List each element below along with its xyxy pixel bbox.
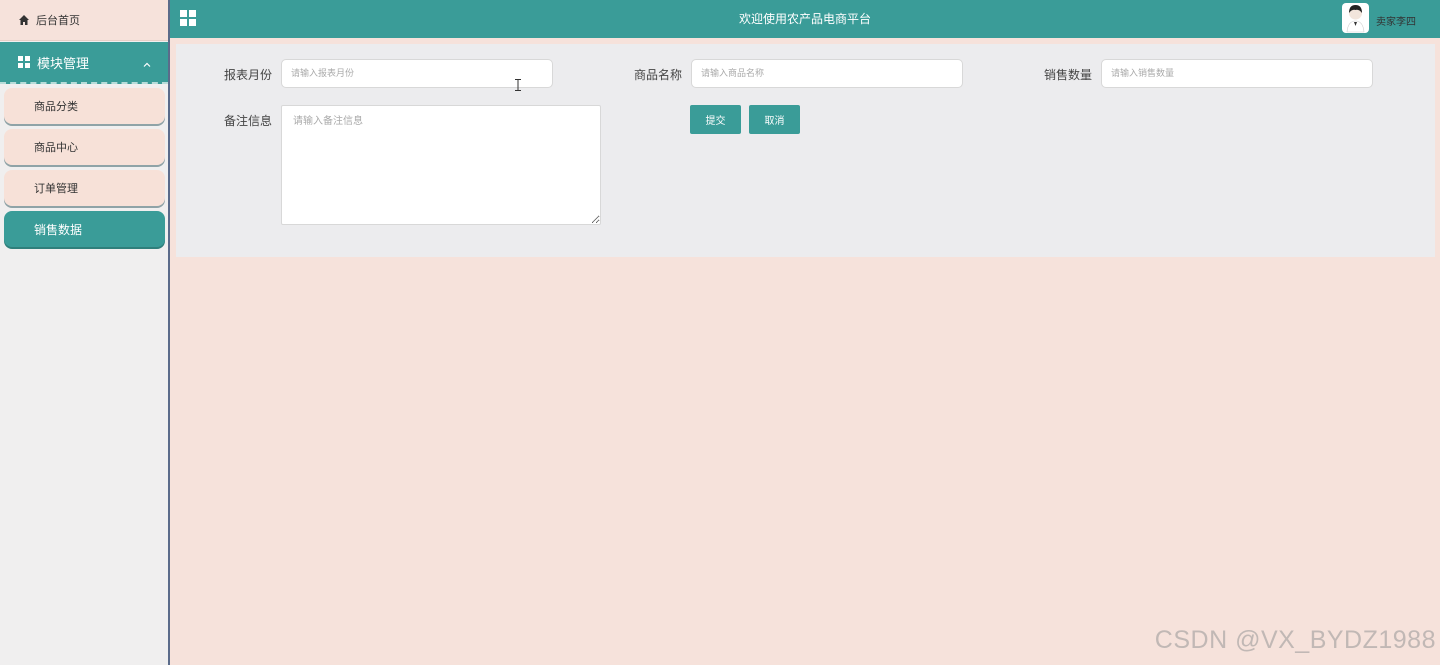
watermark: CSDN @VX_BYDZ1988	[1154, 626, 1436, 654]
module-management-label: 模块管理	[37, 56, 90, 72]
report-month-input[interactable]	[281, 59, 553, 88]
remark-label: 备注信息	[224, 114, 273, 128]
product-name-input[interactable]	[691, 59, 963, 88]
chevron-up-icon	[142, 55, 152, 67]
text-cursor-icon	[515, 76, 521, 91]
sidebar-item-order-management[interactable]: 订单管理	[4, 170, 165, 206]
sidebar-home-label: 后台首页	[36, 14, 80, 27]
sidebar-home-link[interactable]: 后台首页	[0, 0, 168, 41]
grid-icon	[18, 56, 31, 69]
remark-textarea[interactable]	[281, 105, 601, 225]
sidebar-item-sales-data[interactable]: 销售数据	[4, 211, 165, 247]
report-month-label: 报表月份	[224, 68, 273, 82]
sales-quantity-label: 销售数量	[1044, 68, 1093, 82]
module-management-toggle[interactable]: 模块管理	[0, 42, 168, 84]
username[interactable]: 卖家李四	[1376, 13, 1416, 28]
sales-quantity-input[interactable]	[1101, 59, 1373, 88]
sidebar-item-product-category[interactable]: 商品分类	[4, 88, 165, 124]
submit-button[interactable]: 提交	[690, 105, 741, 134]
sidebar: 后台首页 模块管理 商品分类 商品中心 订单管理 销售数据	[0, 0, 170, 665]
sidebar-item-product-center[interactable]: 商品中心	[4, 129, 165, 165]
sales-data-form: 报表月份 商品名称 销售数量 备注信息 提交 取消	[176, 44, 1435, 257]
page-title: 欢迎使用农产品电商平台	[738, 12, 871, 26]
product-name-label: 商品名称	[634, 68, 683, 82]
top-bar: 欢迎使用农产品电商平台 卖家李四	[170, 0, 1440, 38]
home-icon	[18, 14, 30, 26]
cancel-button[interactable]: 取消	[749, 105, 800, 134]
avatar[interactable]	[1342, 3, 1369, 33]
